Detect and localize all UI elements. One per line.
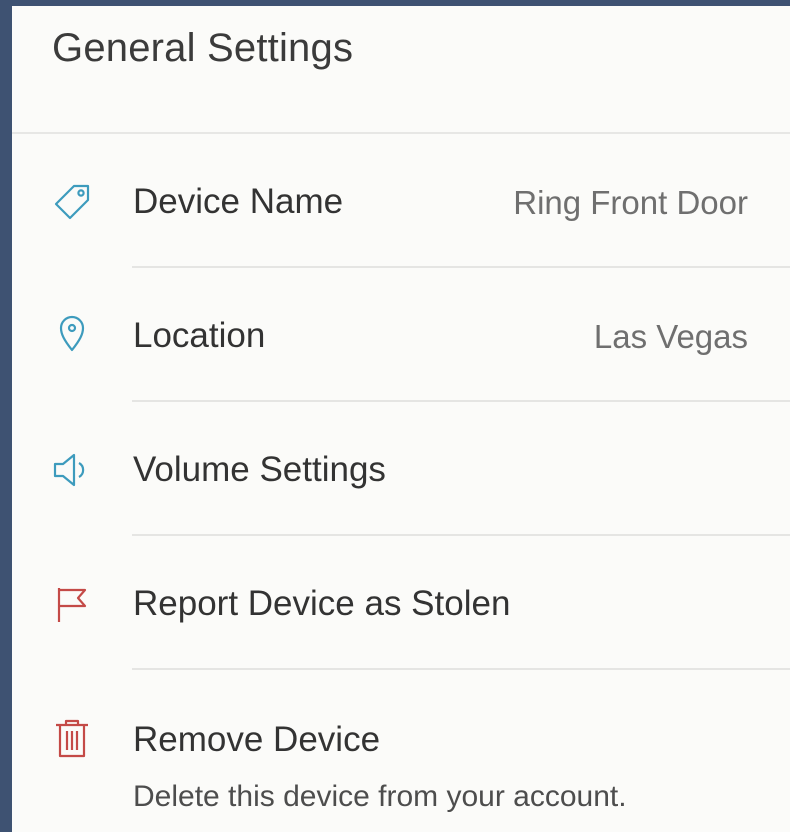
device-name-value: Ring Front Door <box>513 184 748 221</box>
setting-label: Volume Settings <box>133 450 386 489</box>
setting-label: Location <box>133 316 266 355</box>
remove-device-description: Delete this device from your account. <box>133 780 627 813</box>
trash-icon <box>52 718 92 758</box>
setting-row-remove-device[interactable]: Remove Device Delete this device from yo… <box>12 670 790 832</box>
setting-row-report-stolen[interactable]: Report Device as Stolen <box>12 536 790 670</box>
setting-label: Remove Device <box>133 720 381 759</box>
setting-row-volume[interactable]: Volume Settings <box>12 402 790 536</box>
flag-icon <box>52 584 92 624</box>
location-pin-icon <box>52 314 92 354</box>
speaker-icon <box>52 450 92 490</box>
setting-row-device-name[interactable]: Device Name Ring Front Door <box>12 134 790 268</box>
setting-label: Device Name <box>133 182 344 221</box>
tag-icon <box>52 182 92 222</box>
settings-panel: General Settings Device Name Ring Front … <box>12 6 790 832</box>
setting-row-location[interactable]: Location Las Vegas <box>12 268 790 402</box>
location-value: Las Vegas <box>593 318 748 355</box>
page-title: General Settings <box>52 26 354 70</box>
settings-header: General Settings <box>12 6 790 134</box>
setting-label: Report Device as Stolen <box>133 584 511 623</box>
